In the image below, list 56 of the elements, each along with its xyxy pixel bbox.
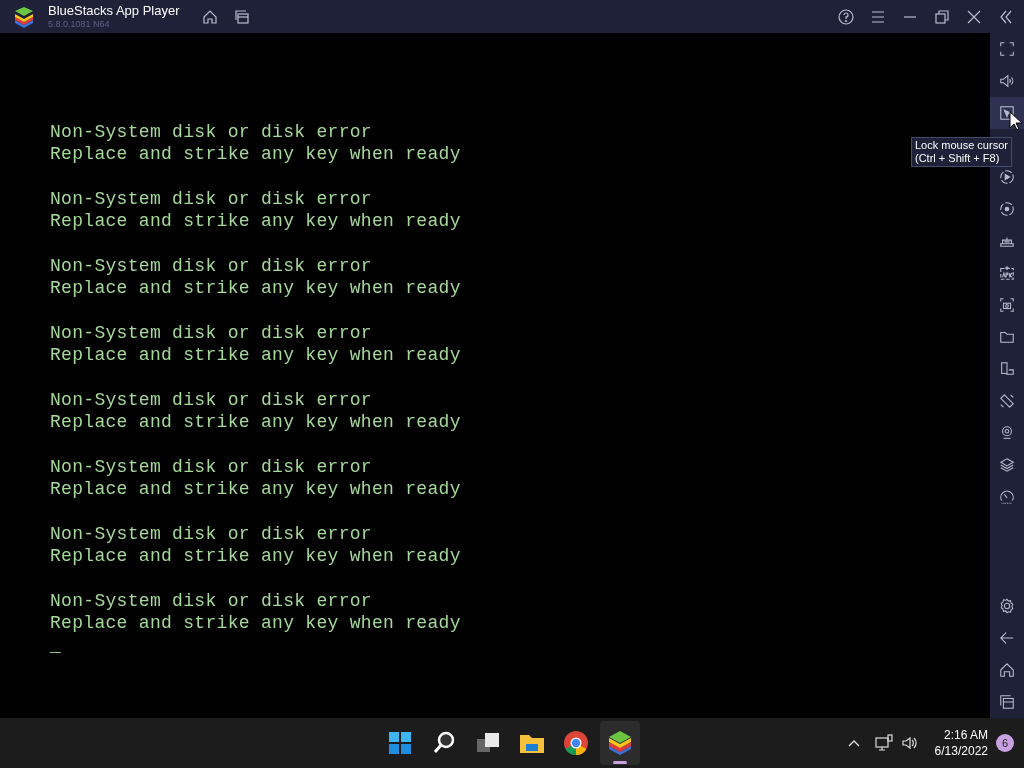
console-line: Non-System disk or disk error [50, 322, 372, 344]
console-line: Replace and strike any key when ready [50, 277, 461, 299]
console-line: Non-System disk or disk error [50, 255, 372, 277]
apk-icon [999, 265, 1015, 281]
window-title: BlueStacks App Player [48, 4, 180, 17]
network-icon[interactable] [874, 734, 893, 752]
speedometer-icon [999, 489, 1015, 505]
devices-icon [999, 361, 1015, 377]
collapse-icon[interactable] [998, 8, 1014, 25]
tooltip-text: (Ctrl + Shift + F8) [915, 152, 1001, 165]
text-cursor: _ [50, 635, 61, 657]
back-arrow-icon [999, 630, 1015, 646]
cursor-box-icon [999, 105, 1015, 121]
record-circle-icon [999, 201, 1015, 217]
notification-badge[interactable]: 6 [996, 734, 1014, 752]
close-icon[interactable] [966, 8, 982, 25]
taskbar-button[interactable] [600, 721, 640, 765]
help-icon[interactable] [838, 8, 854, 25]
windows-icon[interactable] [233, 8, 250, 25]
camera-icon [999, 297, 1015, 313]
mouse-pointer-icon [1009, 111, 1023, 131]
console-line: Non-System disk or disk error [50, 188, 372, 210]
home-icon[interactable] [201, 8, 218, 25]
console-line: Replace and strike any key when ready [50, 478, 461, 500]
bluestacks-logo-icon [606, 729, 634, 757]
tooltip-text: Lock mouse cursor [915, 139, 1008, 152]
console-line: Non-System disk or disk error [50, 456, 372, 478]
windows-logo-icon [386, 729, 414, 757]
folder-icon [999, 329, 1015, 345]
speaker-icon [999, 73, 1015, 89]
fullscreen-icon [999, 41, 1015, 57]
console-line: Non-System disk or disk error [50, 523, 372, 545]
settings-icon [999, 598, 1015, 614]
chrome-icon [562, 729, 590, 757]
menu-icon[interactable] [870, 8, 886, 25]
home-icon [999, 662, 1015, 678]
layers-icon [999, 457, 1015, 473]
console-line: Replace and strike any key when ready [50, 143, 461, 165]
console-line: Replace and strike any key when ready [50, 344, 461, 366]
console-line: Replace and strike any key when ready [50, 545, 461, 567]
windows-icon [999, 694, 1015, 710]
rotate-icon [999, 393, 1015, 409]
console-line: Non-System disk or disk error [50, 389, 372, 411]
speaker-icon[interactable] [900, 734, 919, 752]
location-pin-icon [999, 425, 1015, 441]
clock-time[interactable]: 2:16 AM [943, 727, 988, 743]
play-circle-icon [999, 169, 1015, 185]
console-line: Replace and strike any key when ready [50, 210, 461, 232]
clock-date[interactable]: 6/13/2022 [934, 743, 988, 759]
console-line: Replace and strike any key when ready [50, 612, 461, 634]
restore-icon[interactable] [934, 8, 950, 25]
version-label: 5.8.0.1081 N64 [48, 20, 111, 29]
console-line: Non-System disk or disk error [50, 590, 372, 612]
bluestacks-logo-icon [12, 4, 36, 29]
console-line: Non-System disk or disk error [50, 121, 372, 143]
console-line: Replace and strike any key when ready [50, 411, 461, 433]
